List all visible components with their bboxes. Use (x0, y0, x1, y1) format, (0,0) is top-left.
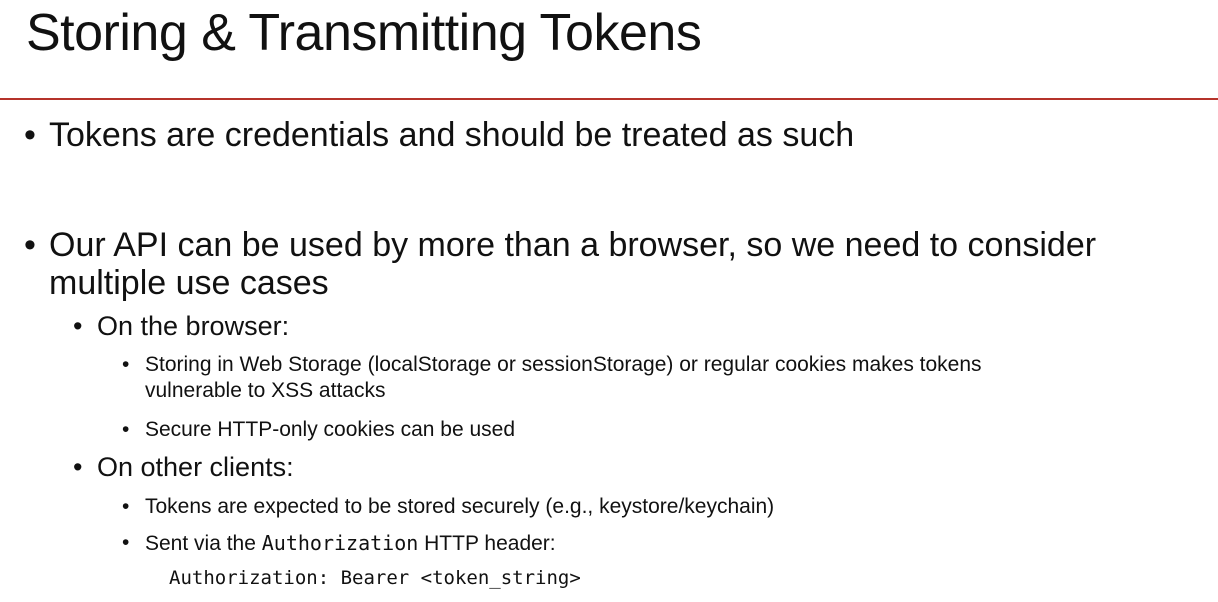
bullet-icon: • (73, 452, 83, 482)
detail-secure-storage: Tokens are expected to be stored securel… (145, 495, 775, 518)
point-tokens-credentials: Tokens are credentials and should be tre… (49, 116, 855, 154)
title-divider (0, 98, 1218, 100)
bullet-icon: • (24, 226, 36, 264)
bullet-icon: • (73, 311, 83, 341)
detail-http-only-cookies: Secure HTTP-only cookies can be used (145, 418, 516, 441)
bullet-icon: • (122, 418, 130, 441)
bullet-icon: • (122, 353, 130, 376)
detail-web-storage-line2: vulnerable to XSS attacks (145, 379, 386, 402)
slide-title: Storing & Transmitting Tokens (26, 4, 702, 62)
point-api-use-cases-line2: multiple use cases (49, 264, 329, 302)
authorization-code-example: Authorization: Bearer <token_string> (169, 567, 581, 589)
header-text-prefix: Sent via the (145, 532, 262, 555)
header-text-suffix: HTTP header: (418, 532, 556, 555)
detail-authorization-header: Sent via the Authorization HTTP header: (145, 530, 556, 557)
bullet-icon: • (122, 531, 130, 554)
subpoint-browser-heading: On the browser: (97, 311, 290, 341)
detail-web-storage-line1: Storing in Web Storage (localStorage or … (145, 353, 982, 376)
point-api-use-cases-line1: Our API can be used by more than a brows… (49, 226, 1097, 264)
bullet-icon: • (122, 495, 130, 518)
authorization-code-inline: Authorization (261, 531, 419, 555)
subpoint-other-clients-heading: On other clients: (97, 452, 294, 482)
bullet-icon: • (24, 116, 36, 154)
